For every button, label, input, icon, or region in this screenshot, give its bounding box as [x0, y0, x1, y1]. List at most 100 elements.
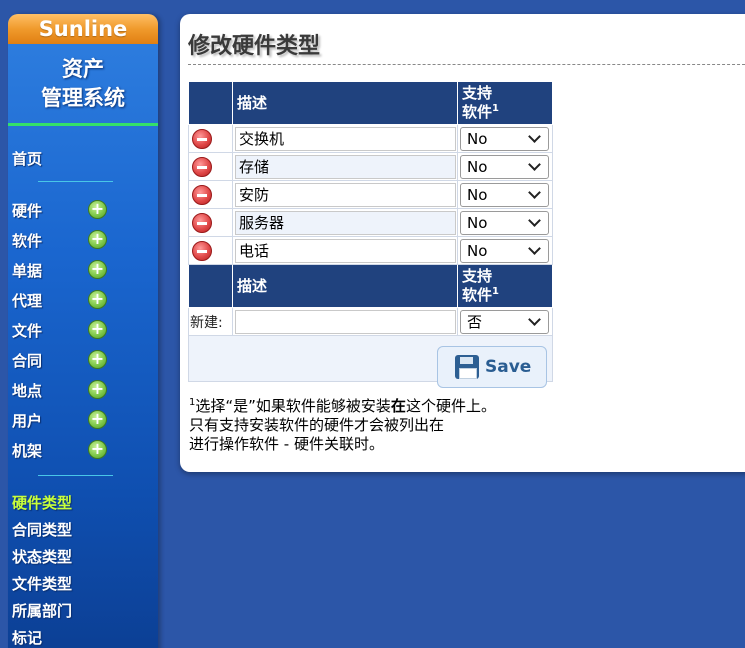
chevron-down-icon [528, 129, 541, 143]
expand-agents-icon[interactable]: + [88, 290, 107, 309]
nav-contract-types[interactable]: 合同类型 [12, 519, 72, 540]
header-footnote-mark: 1 [492, 286, 499, 297]
expand-files-icon[interactable]: + [88, 320, 107, 339]
nav-locations[interactable]: 地点 [12, 380, 42, 401]
new-supports-software-select[interactable]: 否 [460, 309, 549, 334]
description-input[interactable]: 交换机 [235, 126, 456, 151]
nav-home[interactable]: 首页 [12, 148, 42, 169]
row-desc-cell: 服务器 [232, 208, 458, 237]
sidebar-divider-green [8, 123, 158, 126]
footnote-line2: 只有支持安装软件的硬件才会被列出在 [189, 416, 445, 434]
supports-software-select[interactable]: No [460, 182, 549, 207]
chevron-down-icon [528, 312, 541, 326]
new-support-cell: 否 [457, 307, 553, 336]
header-support-line1: 支持 [462, 267, 493, 285]
title-divider [188, 64, 745, 65]
delete-icon[interactable] [192, 184, 212, 205]
delete-icon[interactable] [192, 240, 212, 261]
nav-racks[interactable]: 机架 [12, 440, 42, 461]
new-label-cell: 新建: [188, 307, 233, 336]
description-input[interactable]: 存储 [235, 154, 456, 179]
nav-contracts[interactable]: 合同 [12, 350, 42, 371]
nav-status-types[interactable]: 状态类型 [12, 546, 72, 567]
table-row: 安防 No [188, 180, 553, 209]
header-support-line2: 软件 [462, 103, 493, 121]
expand-users-icon[interactable]: + [88, 410, 107, 429]
supports-software-select[interactable]: No [460, 210, 549, 235]
expand-contracts-icon[interactable]: + [88, 350, 107, 369]
app-title-line2: 管理系统 [41, 86, 125, 110]
delete-icon[interactable] [192, 156, 212, 177]
select-value: No [467, 213, 488, 232]
row-desc-cell: 电话 [232, 236, 458, 265]
sidebar: Sunline 资产 管理系统 首页 硬件 + 软件 + 单据 + 代理 + 文… [8, 14, 158, 648]
description-input[interactable]: 电话 [235, 238, 456, 263]
nav-tags[interactable]: 标记 [12, 627, 42, 648]
description-input[interactable]: 服务器 [235, 210, 456, 235]
select-value: 否 [467, 313, 483, 331]
chevron-down-icon [528, 213, 541, 227]
row-control-cell [188, 152, 233, 181]
select-value: No [467, 157, 488, 176]
table-row: 存储 No [188, 152, 553, 181]
app-title: 资产 管理系统 [8, 55, 158, 113]
delete-icon[interactable] [192, 212, 212, 233]
row-control-cell [188, 236, 233, 265]
header-description: 描述 [232, 81, 458, 125]
row-control-cell [188, 208, 233, 237]
row-support-cell: No [457, 124, 553, 153]
save-button[interactable]: Save [437, 346, 547, 388]
expand-racks-icon[interactable]: + [88, 440, 107, 459]
save-label: Save [485, 357, 532, 377]
footnote-text-a: 选择“是”如果软件能够被安装 [195, 397, 391, 415]
footnote-text-b: 这个硬件上。 [405, 397, 496, 415]
new-description-input[interactable] [235, 309, 456, 334]
row-control-cell [188, 124, 233, 153]
page-title: 修改硬件类型 [188, 34, 321, 59]
footnote-line3: 进行操作软件 - 硬件关联时。 [189, 435, 384, 453]
expand-tickets-icon[interactable]: + [88, 260, 107, 279]
nav-separator [38, 181, 113, 182]
delete-icon[interactable] [192, 128, 212, 149]
nav-users[interactable]: 用户 [12, 410, 42, 431]
header-supports-software: 支持 软件1 [457, 81, 553, 125]
expand-software-icon[interactable]: + [88, 230, 107, 249]
header-control-cell [188, 264, 233, 308]
nav-departments[interactable]: 所属部门 [12, 600, 72, 621]
nav-file-types[interactable]: 文件类型 [12, 573, 72, 594]
row-support-cell: No [457, 236, 553, 265]
row-support-cell: No [457, 180, 553, 209]
chevron-down-icon [528, 241, 541, 255]
select-value: No [467, 241, 488, 260]
footnote: 1选择“是”如果软件能够被安装在这个硬件上。 只有支持安装软件的硬件才会被列出在… [189, 397, 496, 454]
header-control-cell [188, 81, 233, 125]
header-footnote-mark: 1 [492, 103, 499, 114]
chevron-down-icon [528, 185, 541, 199]
floppy-disk-icon [455, 355, 479, 379]
row-desc-cell: 安防 [232, 180, 458, 209]
nav-tickets[interactable]: 单据 [12, 260, 42, 281]
footnote-line1: 1选择“是”如果软件能够被安装在这个硬件上。 [189, 397, 496, 416]
supports-software-select[interactable]: No [460, 154, 549, 179]
chevron-down-icon [528, 157, 541, 171]
table-header-repeat: 描述 支持 软件1 [188, 264, 553, 308]
nav-hardware-types[interactable]: 硬件类型 [12, 492, 72, 513]
nav-files[interactable]: 文件 [12, 320, 42, 341]
nav-agents[interactable]: 代理 [12, 290, 42, 311]
supports-software-select[interactable]: No [460, 126, 549, 151]
new-label: 新建: [190, 314, 223, 331]
new-row: 新建: 否 [188, 307, 553, 336]
expand-hardware-icon[interactable]: + [88, 200, 107, 219]
supports-software-select[interactable]: No [460, 238, 549, 263]
new-desc-cell [232, 307, 458, 336]
nav-hardware[interactable]: 硬件 [12, 200, 42, 221]
nav-separator [38, 475, 113, 476]
expand-locations-icon[interactable]: + [88, 380, 107, 399]
nav-software[interactable]: 软件 [12, 230, 42, 251]
table-header: 描述 支持 软件1 [188, 81, 553, 125]
table-row: 交换机 No [188, 124, 553, 153]
footnote-text-bold: 在 [390, 397, 406, 415]
description-input[interactable]: 安防 [235, 182, 456, 207]
row-desc-cell: 交换机 [232, 124, 458, 153]
header-support-line1: 支持 [462, 84, 493, 102]
